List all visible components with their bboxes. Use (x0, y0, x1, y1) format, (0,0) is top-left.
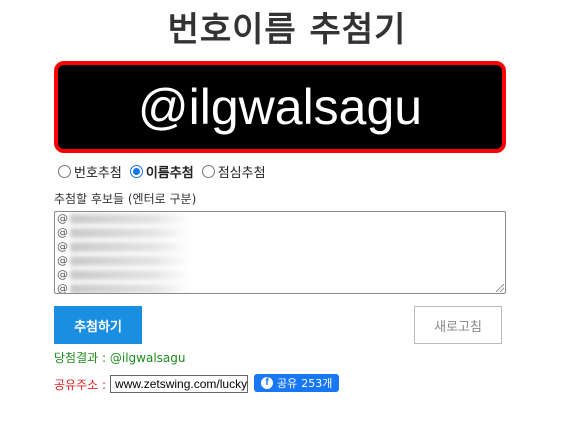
page-title: 번호이름 추첨기 (167, 10, 407, 50)
mode-lunch-radio[interactable]: 점심추첨 (201, 162, 266, 181)
radio-button[interactable] (201, 164, 215, 178)
mode-label: 이름추첨 (145, 165, 194, 181)
candidate-prefix: @ (57, 268, 68, 281)
candidate-line: @ (55, 212, 505, 226)
mode-label: 번호추첨 (74, 165, 122, 181)
facebook-share-label: 공유 (277, 376, 298, 390)
candidate-prefix: @ (57, 282, 68, 294)
share-row: 공유주소 : www.zetswing.com/lucky f 공유 253개 (54, 373, 340, 395)
winner-label: 당첨결과 : (54, 351, 107, 365)
candidate-prefix: @ (57, 240, 68, 253)
resize-handle-icon[interactable] (496, 284, 504, 292)
refresh-button[interactable]: 새로고침 (414, 306, 502, 344)
mode-name-radio[interactable]: 이름추첨 (129, 162, 194, 181)
mode-selector: 번호추첨 이름추첨 점심추첨 (58, 161, 274, 181)
result-display: @ilgwalsagu (54, 61, 506, 153)
mode-label: 점심추첨 (217, 165, 266, 181)
radio-button[interactable] (58, 164, 71, 178)
facebook-share-button[interactable]: f 공유 253개 (254, 373, 340, 392)
blurred-name (70, 214, 190, 224)
mode-number-radio[interactable]: 번호추첨 (58, 162, 122, 181)
blurred-name (70, 242, 190, 252)
blurred-name (70, 256, 190, 266)
facebook-share-count: 253개 (301, 376, 333, 390)
winner-result: 당첨결과 : @ilgwalsagu (54, 349, 185, 366)
candidate-line: @ (55, 226, 505, 240)
candidate-prefix: @ (57, 254, 68, 267)
candidate-line: @ (55, 268, 505, 282)
blurred-name (70, 270, 190, 280)
candidates-label: 추첨할 후보들 (엔터로 구분) (54, 192, 197, 206)
candidate-prefix: @ (57, 212, 68, 225)
radio-button-selected[interactable] (129, 164, 143, 178)
share-label: 공유주소 : (54, 377, 107, 392)
candidate-prefix: @ (57, 226, 68, 239)
facebook-icon: f (261, 376, 274, 389)
candidate-line: @ (55, 282, 505, 294)
blurred-name (70, 228, 190, 238)
blurred-name (70, 284, 190, 293)
candidates-textarea[interactable]: @ @ @ @ @ @ (54, 211, 506, 294)
result-text: @ilgwalsagu (137, 79, 423, 135)
candidate-line: @ (55, 254, 505, 268)
share-url-input[interactable]: www.zetswing.com/lucky (110, 375, 249, 393)
winner-value: @ilgwalsagu (109, 351, 186, 365)
draw-button[interactable]: 추첨하기 (54, 306, 142, 344)
candidate-line: @ (55, 240, 505, 254)
